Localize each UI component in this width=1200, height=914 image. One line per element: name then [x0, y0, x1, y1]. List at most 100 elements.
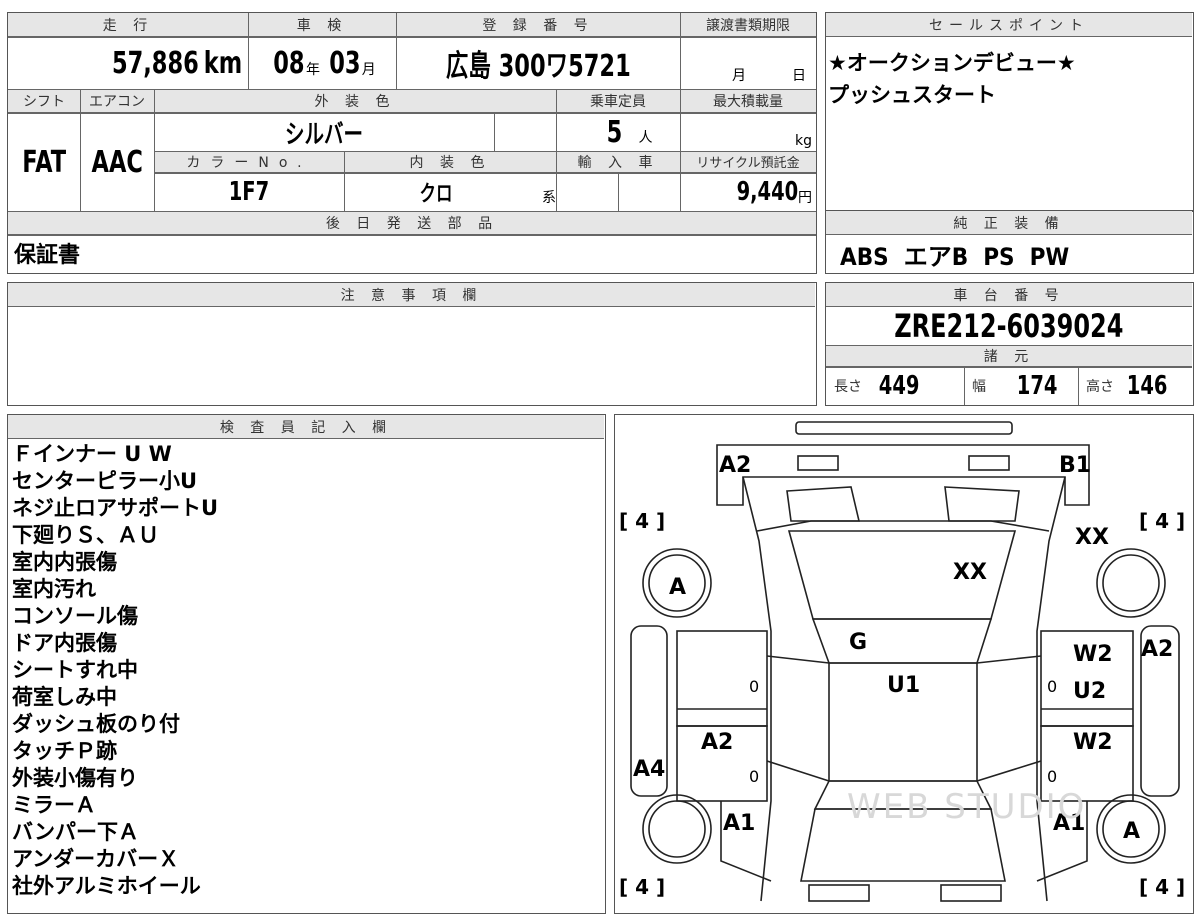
tire-depth-fr-value: 4 — [1155, 509, 1170, 533]
chassis-cell: ZRE212-6039024 — [826, 307, 1192, 345]
list-item: ドア内張傷 — [12, 631, 117, 655]
transfer-month-unit: 月 — [732, 68, 746, 84]
sales-points-header: セールスポイント — [826, 13, 1192, 37]
list-item: バンパー下Ａ — [12, 820, 140, 844]
sales-point-line: プッシュスタート — [828, 83, 996, 107]
tire-depth-fl: [ 4 ] — [619, 509, 666, 533]
sales-point-line: ★オークションデビュー★ — [828, 51, 1076, 75]
registration-value: 広島 300ワ5721 — [445, 49, 631, 84]
interior-color-header: 内 装 色 — [344, 151, 556, 173]
interior-color-suffix: 系 — [542, 190, 556, 206]
inspection-year: 08 — [273, 45, 305, 81]
list-item: ダッシュ板のり付 — [12, 712, 180, 736]
list-item: 社外アルミホイール — [12, 874, 201, 898]
max-load-cell: kg — [680, 113, 816, 151]
height-label: 高さ — [1086, 379, 1114, 395]
shift-cell: FAT — [8, 113, 80, 211]
door-mark-rl: 0 — [749, 767, 760, 786]
transfer-day-unit: 日 — [792, 68, 806, 84]
inspection-year-unit: 年 — [306, 62, 320, 78]
tire-depth-rr: [ 4 ] — [1139, 875, 1186, 899]
damage-wheel-front-left: A — [669, 575, 687, 600]
inspector-panel: 検 査 員 記 入 欄 Ｆインナー U W センターピラー小U ネジ止ロアサポー… — [7, 414, 606, 914]
mileage-value: 57,886 — [111, 45, 199, 81]
damage-front-right-pillar: U2 — [1073, 679, 1107, 704]
chassis-value: ZRE212-6039024 — [894, 307, 1124, 345]
chassis-header: 車 台 番 号 — [826, 283, 1192, 307]
equipment-header: 純 正 装 備 — [826, 211, 1192, 235]
equipment-panel: 純 正 装 備 ABS エアB PS PW — [825, 210, 1194, 274]
color-no-header: カラーNo. — [154, 151, 344, 173]
max-load-unit: kg — [795, 133, 812, 149]
recycle-value: 9,440 — [736, 177, 798, 207]
door-mark-fl: 0 — [749, 677, 760, 696]
registration-cell: 広島 300ワ5721 — [396, 37, 680, 89]
registration-header: 登 録 番 号 — [396, 13, 680, 37]
length-cell: 長さ 449 — [826, 367, 964, 405]
color-no-value: 1F7 — [228, 177, 270, 207]
list-item: アンダーカバーＸ — [12, 847, 180, 871]
list-item: タッチＰ跡 — [12, 739, 117, 763]
transfer-deadline-cell: 月 日 — [680, 37, 816, 89]
list-item: 荷室しみ中 — [12, 685, 117, 709]
chassis-panel: 車 台 番 号 ZRE212-6039024 諸 元 長さ 449 幅 174 … — [825, 282, 1194, 406]
list-item: コンソール傷 — [12, 604, 138, 628]
damage-left-quarter: A4 — [633, 757, 666, 782]
capacity-cell: 5 人 — [556, 113, 680, 151]
shift-value: FAT — [22, 144, 66, 180]
interior-color-value: クロ — [419, 182, 453, 207]
height-value: 146 — [1126, 371, 1168, 401]
recycle-header: リサイクル預託金 — [680, 151, 816, 173]
capacity-unit: 人 — [638, 130, 653, 146]
damage-front-right-fender: XX — [1075, 525, 1109, 550]
mileage-unit: km — [203, 45, 242, 81]
height-cell: 高さ 146 — [1078, 367, 1192, 405]
aircon-header: エアコン — [80, 89, 154, 113]
recycle-cell: 9,440 円 — [680, 173, 816, 211]
length-label: 長さ — [834, 379, 862, 395]
import-header: 輸 入 車 — [556, 151, 680, 173]
tire-depth-rl-value: 4 — [635, 875, 650, 899]
equipment-value: ABS エアB PS PW — [840, 243, 1070, 271]
list-item: 室内内張傷 — [12, 550, 117, 574]
exterior-color-value: シルバー — [284, 119, 363, 150]
exterior-color-cell: シルバー — [154, 113, 494, 151]
max-load-header: 最大積載量 — [680, 89, 816, 113]
list-item: 外装小傷有り — [12, 766, 138, 790]
mileage-header: 走 行 — [8, 13, 248, 37]
inspection-header: 車 検 — [248, 13, 396, 37]
door-mark-rr: 0 — [1047, 767, 1058, 786]
transfer-deadline-header: 譲渡書類期限 — [680, 13, 816, 37]
later-parts-cell: 保証書 — [14, 235, 814, 271]
damage-right-edge: A2 — [1141, 637, 1174, 662]
width-label: 幅 — [972, 379, 986, 395]
aircon-value: AAC — [91, 144, 143, 180]
inspector-header: 検 査 員 記 入 欄 — [8, 415, 604, 439]
tire-depth-fl-value: 4 — [635, 509, 650, 533]
car-diagram-panel: [ 4 ] [ 4 ] [ 4 ] [ 4 ] A2 B1 XX XX G U1… — [614, 414, 1194, 914]
damage-front-right-door: W2 — [1073, 642, 1113, 667]
recycle-unit: 円 — [798, 190, 812, 206]
capacity-header: 乗車定員 — [556, 89, 680, 113]
list-item: 室内汚れ — [12, 577, 96, 601]
tire-depth-fr: [ 4 ] — [1139, 509, 1186, 533]
damage-front-left: A2 — [719, 453, 752, 478]
aircon-cell: AAC — [80, 113, 154, 211]
later-parts-header: 後 日 発 送 部 品 — [8, 211, 816, 235]
damage-windshield: G — [849, 630, 868, 655]
list-item: 下廻りＳ、ＡＵ — [12, 523, 159, 547]
inspection-month-unit: 月 — [361, 62, 376, 78]
list-item: センターピラー小U — [12, 469, 198, 493]
length-value: 449 — [878, 371, 920, 401]
mileage-cell: 57,886 km — [8, 37, 248, 89]
later-parts-value: 保証書 — [14, 243, 81, 268]
damage-rear-left: A1 — [723, 811, 756, 836]
notes-panel: 注 意 事 項 欄 — [7, 282, 817, 406]
color-no-cell: 1F7 — [154, 173, 344, 211]
damage-front-right: B1 — [1059, 453, 1092, 478]
specs-header: 諸 元 — [826, 345, 1192, 367]
vehicle-info-table: 走 行 車 検 登 録 番 号 譲渡書類期限 57,886 km 08 年 03… — [7, 12, 817, 274]
width-value: 174 — [1016, 371, 1058, 401]
inspector-list: Ｆインナー U W センターピラー小U ネジ止ロアサポートU 下廻りＳ、ＡＵ 室… — [12, 441, 218, 900]
damage-hood: XX — [953, 560, 987, 585]
